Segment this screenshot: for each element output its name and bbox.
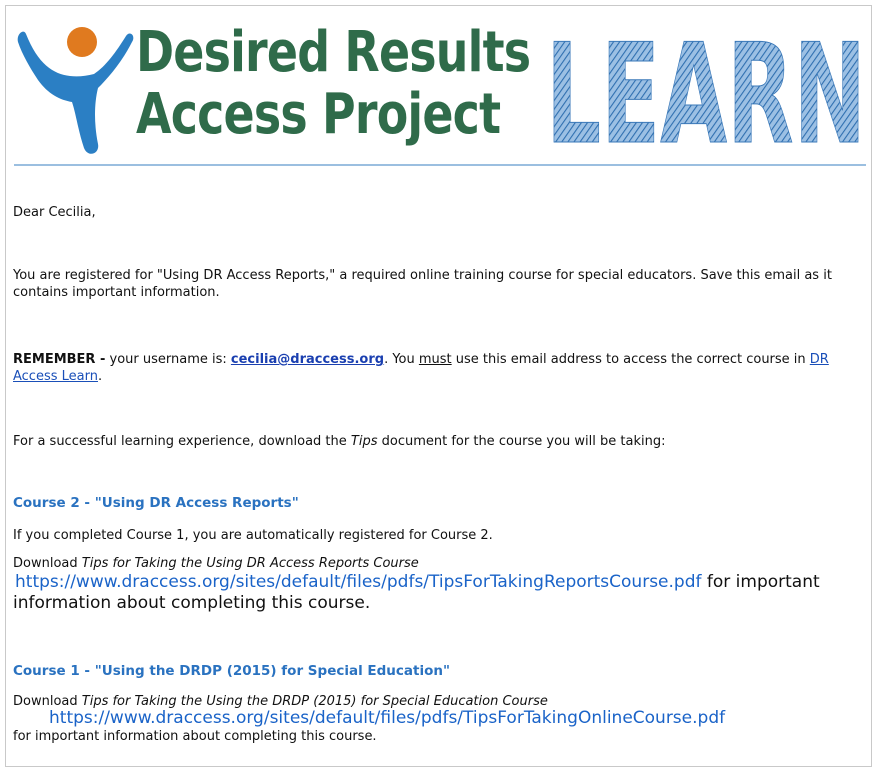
course2-pdf-link[interactable]: https://www.draccess.org/sites/default/f…: [15, 572, 701, 592]
course2-auto-note: If you completed Course 1, you are autom…: [13, 528, 493, 543]
remember-paragraph: REMEMBER - your username is: cecilia@dra…: [13, 351, 863, 385]
username-link[interactable]: cecilia@draccess.org: [231, 352, 384, 367]
course1-pdf-link[interactable]: https://www.draccess.org/sites/default/f…: [49, 708, 725, 728]
figure-logo-icon: [17, 27, 134, 154]
tips-text: For a successful learning experience, do…: [13, 434, 351, 449]
must-word: must: [418, 352, 452, 367]
course1-suffix: for important information about completi…: [13, 729, 377, 744]
greeting: Dear Cecilia,: [13, 205, 96, 220]
remember-text: .: [97, 369, 103, 384]
remember-text: use this email address to access the cor…: [451, 352, 810, 367]
brand-title-line1: Desired Results: [136, 20, 531, 85]
email-frame: Desired Results Access Project LEARN Dea…: [5, 5, 872, 767]
banner: Desired Results Access Project LEARN: [6, 6, 871, 166]
download-text: Download: [13, 694, 82, 709]
course1-download: Download Tips for Taking the Using the D…: [13, 693, 863, 745]
remember-text: your username is:: [105, 352, 231, 367]
learn-wordmark: LEARN: [546, 24, 867, 152]
remember-text: . You: [384, 352, 419, 367]
course2-download: Download Tips for Taking the Using DR Ac…: [13, 555, 863, 614]
remember-label: REMEMBER -: [13, 352, 106, 367]
tips-paragraph: For a successful learning experience, do…: [13, 433, 863, 450]
course2-tips-title: Tips for Taking the Using DR Access Repo…: [81, 556, 419, 571]
intro-paragraph: You are registered for "Using DR Access …: [13, 268, 832, 300]
brand-title-line2: Access Project: [136, 82, 501, 147]
tips-text: document for the course you will be taki…: [377, 434, 666, 449]
download-text: Download: [13, 556, 82, 571]
tips-italic: Tips: [350, 434, 378, 449]
banner-divider: [14, 164, 866, 166]
course2-heading: Course 2 - "Using DR Access Reports": [13, 495, 299, 511]
course1-heading: Course 1 - "Using the DRDP (2015) for Sp…: [13, 663, 451, 679]
learn-word: LEARN: [546, 24, 866, 152]
